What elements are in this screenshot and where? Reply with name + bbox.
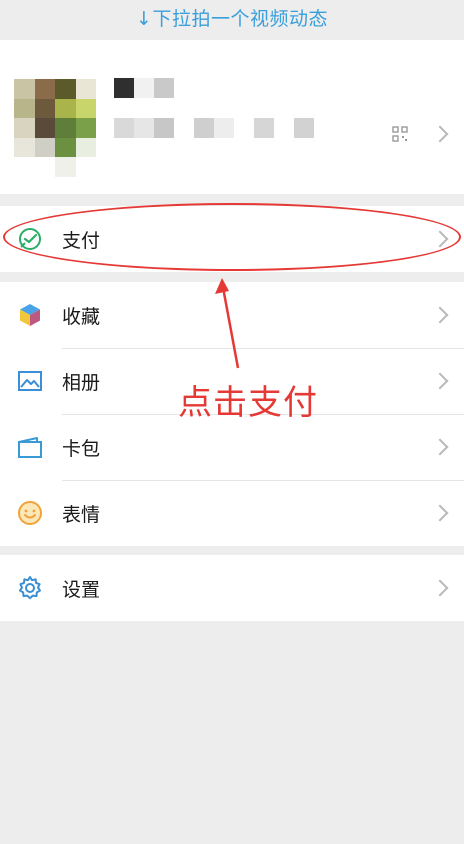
mosaic-block: [75, 157, 96, 177]
pull-to-post-hint[interactable]: ↓下拉拍一个视频动态: [0, 0, 464, 38]
mosaic-block: [294, 118, 314, 138]
mosaic-block: [75, 137, 96, 158]
smiley-face-icon: [18, 501, 42, 525]
mosaic-block: [55, 98, 76, 119]
gear-icon: [19, 576, 41, 600]
mosaic-block: [254, 118, 274, 138]
wechat-id-redacted: [114, 118, 394, 138]
mosaic-block: [34, 79, 55, 99]
mosaic-block: [55, 118, 76, 138]
album-photo-icon: [18, 371, 42, 391]
favorites-cube-icon: [20, 304, 40, 326]
menu-item-settings[interactable]: 设置: [0, 555, 464, 621]
mosaic-block: [14, 137, 35, 158]
chevron-right-icon: [431, 125, 449, 143]
mosaic-block: [55, 157, 76, 177]
profile-name-redacted: [114, 78, 176, 98]
menu-item-label: 相册: [62, 371, 101, 394]
chevron-right-icon: [431, 372, 449, 390]
chevron-right-icon: [431, 438, 449, 456]
mosaic-block: [14, 79, 35, 99]
chevron-right-icon: [431, 504, 449, 522]
mosaic-block: [134, 78, 154, 98]
mosaic-block: [14, 157, 35, 177]
annotation-arrow-icon: [215, 278, 240, 369]
menu-item-label: 支付: [62, 229, 101, 252]
mosaic-block: [154, 118, 174, 138]
mosaic-block: [114, 118, 134, 138]
pay-section: 支付: [0, 206, 464, 272]
mosaic-block: [75, 79, 96, 99]
mosaic-block: [194, 118, 214, 138]
chevron-right-icon: [431, 579, 449, 597]
mosaic-block: [55, 79, 76, 99]
settings-section: 设置: [0, 555, 464, 621]
mosaic-block: [214, 118, 234, 138]
mosaic-block: [34, 118, 55, 138]
avatar[interactable]: [14, 79, 96, 177]
menu-item-pay[interactable]: 支付: [0, 206, 464, 272]
mosaic-block: [34, 157, 55, 177]
card-wallet-icon: [18, 437, 42, 458]
mosaic-block: [14, 118, 35, 138]
menu-item-label: 设置: [62, 578, 101, 601]
wechat-pay-icon: [19, 228, 41, 250]
mosaic-block: [134, 118, 154, 138]
chevron-right-icon: [431, 306, 449, 324]
mosaic-block: [55, 137, 76, 158]
mosaic-block: [14, 98, 35, 119]
profile-card[interactable]: [0, 40, 464, 194]
mosaic-block: [34, 98, 55, 119]
mosaic-block: [154, 78, 174, 98]
mosaic-block: [75, 98, 96, 119]
menu-item-label: 收藏: [62, 305, 101, 328]
menu-item-stickers[interactable]: 表情: [0, 480, 464, 546]
mosaic-block: [114, 78, 134, 98]
mosaic-block: [34, 137, 55, 158]
annotation-label: 点击支付: [178, 383, 318, 423]
menu-item-label: 卡包: [62, 437, 101, 460]
menu-item-label: 表情: [62, 503, 101, 526]
qr-code-icon[interactable]: [392, 126, 408, 142]
mosaic-block: [75, 118, 96, 138]
chevron-right-icon: [431, 230, 449, 248]
